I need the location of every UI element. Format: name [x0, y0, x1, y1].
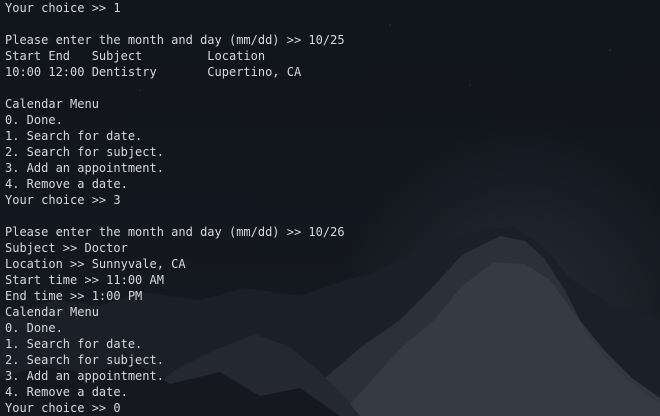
terminal-line: Please enter the month and day (mm/dd) >…	[5, 225, 345, 239]
terminal-line: Subject >> Doctor	[5, 241, 128, 255]
terminal-line: Start End Subject Location	[5, 49, 266, 63]
terminal-line: 3. Add an appointment.	[5, 369, 164, 383]
terminal-line: Your choice >> 1	[5, 1, 121, 15]
terminal-line: Please enter the month and day (mm/dd) >…	[5, 33, 345, 47]
terminal-line: 0. Done.	[5, 113, 63, 127]
terminal-output[interactable]: Your choice >> 1 Please enter the month a…	[5, 0, 655, 416]
terminal-line: Calendar Menu	[5, 97, 99, 111]
terminal-line: 3. Add an appointment.	[5, 161, 164, 175]
terminal-line: 1. Search for date.	[5, 337, 143, 351]
terminal-line: Calendar Menu	[5, 305, 99, 319]
terminal-line: Start time >> 11:00 AM	[5, 273, 164, 287]
terminal-line: 1. Search for date.	[5, 129, 143, 143]
terminal-line: End time >> 1:00 PM	[5, 289, 143, 303]
terminal-line: Your choice >> 3	[5, 193, 121, 207]
terminal-line: 2. Search for subject.	[5, 353, 164, 367]
terminal-line: 4. Remove a date.	[5, 385, 128, 399]
terminal-line: 4. Remove a date.	[5, 177, 128, 191]
terminal-line: 10:00 12:00 Dentistry Cupertino, CA	[5, 65, 302, 79]
terminal-window[interactable]: Your choice >> 1 Please enter the month a…	[0, 0, 660, 416]
terminal-line: Your choice >> 0	[5, 401, 121, 415]
terminal-line: 0. Done.	[5, 321, 63, 335]
terminal-line: Location >> Sunnyvale, CA	[5, 257, 186, 271]
terminal-line: 2. Search for subject.	[5, 145, 164, 159]
